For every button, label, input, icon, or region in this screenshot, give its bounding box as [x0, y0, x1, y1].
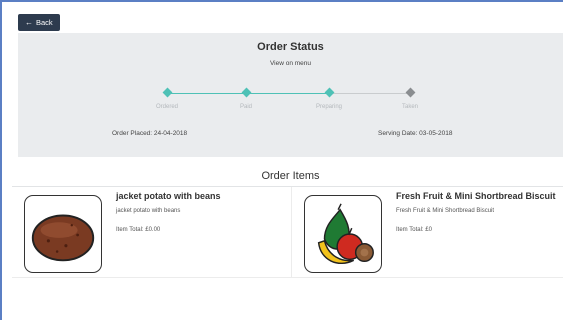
order-items-heading: Order Items [261, 170, 320, 182]
progress-step-taken: Taken [370, 87, 450, 110]
step-label: Ordered [155, 104, 178, 110]
item-total: Item Total: £0.00 [116, 227, 161, 233]
item-description: jacket potato with beans [116, 208, 181, 214]
order-progress-tracker: Ordered Paid Preparing Taken [18, 87, 563, 110]
step-label: Preparing [315, 104, 342, 110]
item-name: jacket potato with beans [116, 191, 221, 201]
item-name: Fresh Fruit & Mini Shortbread Biscuit [396, 191, 556, 201]
step-marker-icon [241, 87, 251, 98]
view-on-menu-link[interactable]: View on menu [18, 60, 563, 67]
order-item-card: Fresh Fruit & Mini Shortbread Biscuit Fr… [292, 187, 563, 277]
step-marker-icon [162, 87, 172, 98]
arrow-left-icon: ← [25, 17, 33, 27]
back-button[interactable]: ← Back [18, 14, 60, 31]
order-item-card: jacket potato with beans jacket potato w… [12, 187, 291, 277]
order-placed-date: Order Placed: 24-04-2018 [112, 130, 188, 137]
item-total: Item Total: £0 [396, 227, 432, 233]
progress-step-preparing: Preparing [289, 87, 369, 110]
order-status-panel: Order Status View on menu Ordered Paid P… [18, 33, 563, 157]
fruit-icon [304, 195, 382, 273]
serving-date: Serving Date: 03-05-2018 [378, 130, 453, 137]
item-description: Fresh Fruit & Mini Shortbread Biscuit [396, 208, 495, 214]
divider [12, 277, 563, 278]
potato-icon [24, 195, 102, 273]
step-label: Taken [401, 104, 418, 110]
step-label: Paid [239, 104, 252, 110]
step-marker-icon [405, 87, 415, 98]
order-status-title: Order Status [257, 41, 324, 53]
step-marker-icon [324, 87, 334, 98]
progress-step-paid: Paid [206, 87, 286, 110]
progress-step-ordered: Ordered [127, 87, 207, 110]
back-button-label: Back [36, 18, 53, 27]
